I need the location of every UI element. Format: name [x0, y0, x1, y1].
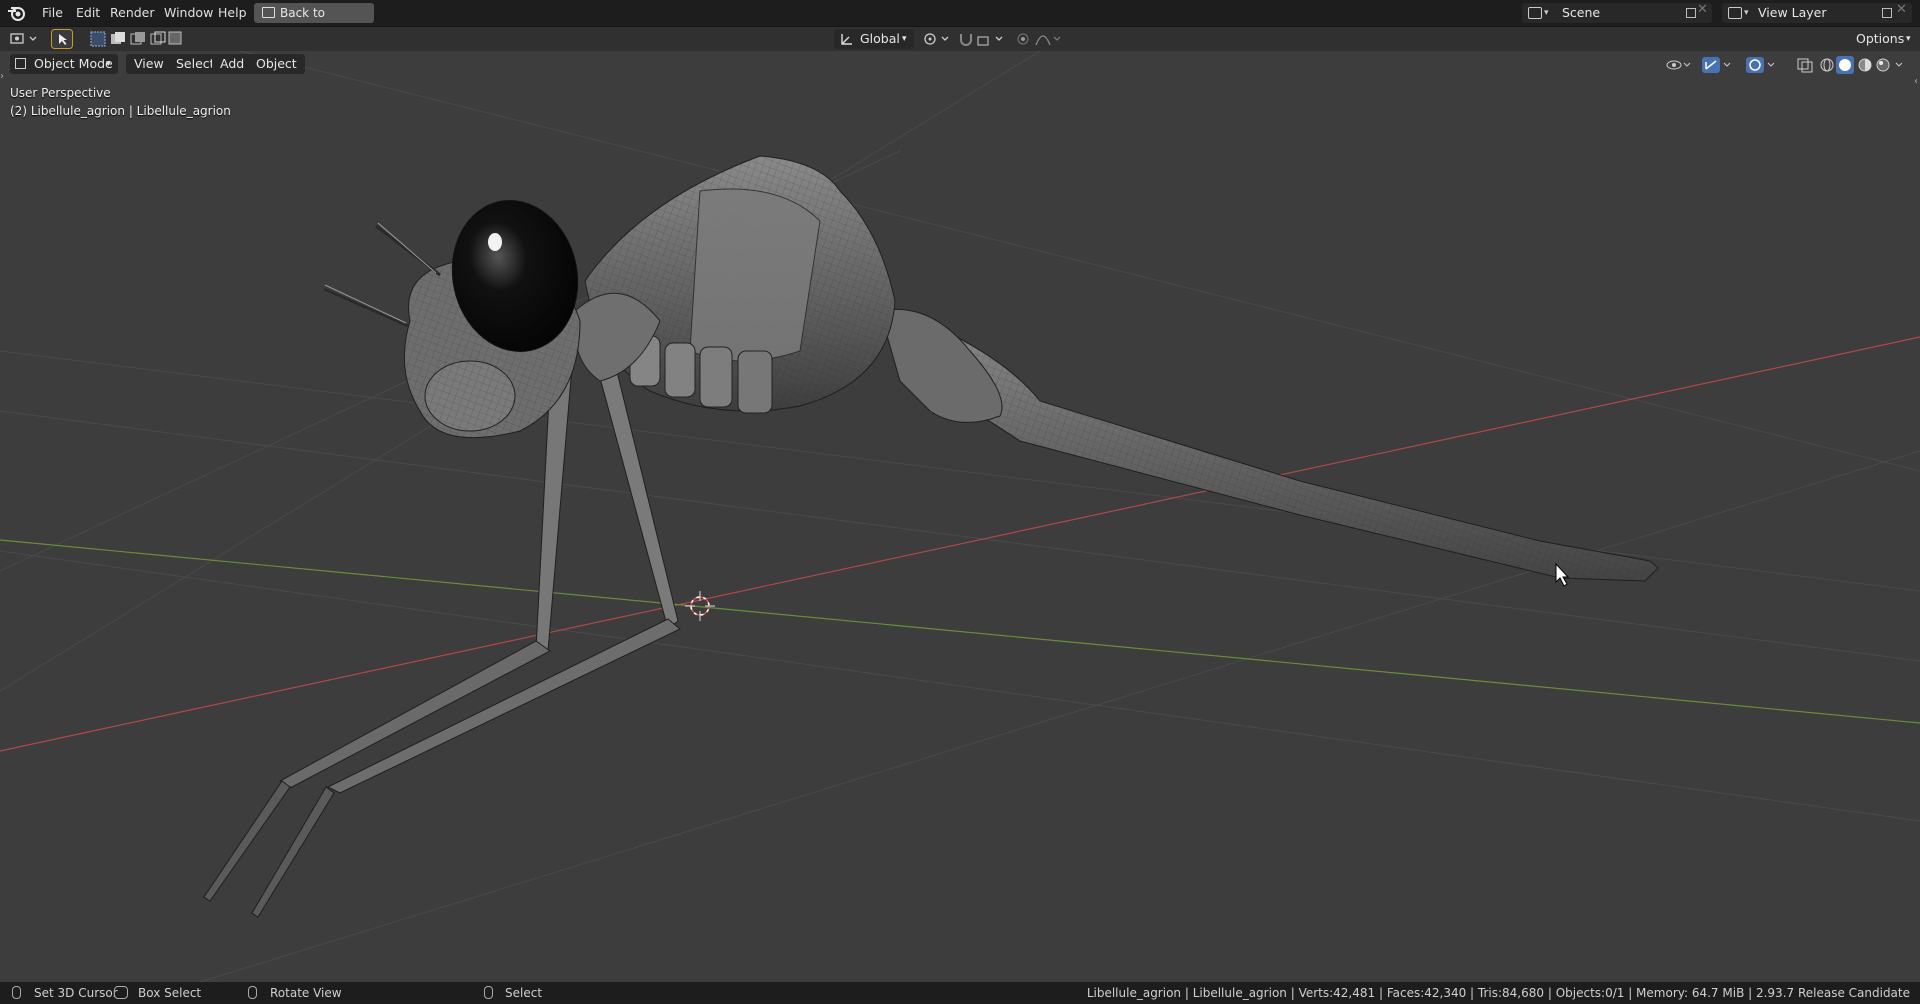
- viewport-menu-add[interactable]: Add: [212, 54, 253, 74]
- back-to-previous-button[interactable]: Back to Previous: [254, 3, 374, 40]
- editor-type-icon[interactable]: [10, 31, 40, 47]
- gizmo-icon: [1702, 57, 1731, 73]
- viewport-display-icons[interactable]: [1664, 56, 1918, 74]
- snap-icon[interactable]: [958, 31, 1008, 47]
- object-mode-label: Object Mode: [34, 56, 113, 71]
- select-tool-icon[interactable]: [51, 29, 73, 49]
- sidebar-toggle-icon[interactable]: ‹: [1914, 76, 1918, 87]
- status-select: Select: [505, 986, 543, 1000]
- xray-icon: [1797, 58, 1813, 73]
- dragonfly-thorax: [573, 155, 896, 414]
- orientation-icon: [841, 34, 852, 45]
- viewport-menu-object[interactable]: Object: [248, 54, 305, 74]
- mouse-middle-icon: [248, 986, 257, 999]
- object-mode-icon: [15, 58, 26, 69]
- visibility-icon: [1666, 60, 1691, 70]
- mouse-left-icon: [12, 986, 21, 999]
- status-box-select: Box Select: [138, 986, 202, 1000]
- overlays-icon: [1746, 57, 1775, 73]
- scene-name[interactable]: Scene: [1562, 3, 1600, 23]
- menu-help[interactable]: Help: [212, 0, 253, 26]
- 3d-cursor: [685, 591, 715, 621]
- object-mode-dropdown[interactable]: Object Mode ▾: [10, 54, 118, 74]
- menu-render[interactable]: Render: [104, 0, 161, 26]
- status-rotate-view: Rotate View: [270, 986, 342, 1000]
- view-layer-selector[interactable]: ▾ View Layer: [1722, 3, 1912, 23]
- options-label: Options: [1856, 31, 1905, 46]
- dragonfly-head: [323, 200, 581, 439]
- screen-icon: [262, 7, 275, 18]
- new-view-layer-icon[interactable]: [1880, 6, 1894, 20]
- options-dropdown[interactable]: Options ▾: [1852, 29, 1916, 49]
- menu-edit[interactable]: Edit: [70, 0, 106, 26]
- toolbar-toggle-icon[interactable]: ›: [0, 71, 4, 82]
- orientation-label: Global: [860, 31, 900, 46]
- menu-window[interactable]: Window: [158, 0, 219, 26]
- close-view-layer-icon[interactable]: ✕: [1896, 2, 1907, 18]
- pivot-point-icon[interactable]: [922, 31, 952, 47]
- scene-statistics: Libellule_agrion | Libellule_agrion | Ve…: [1086, 986, 1910, 1000]
- chevron-down-icon: ▾: [1744, 8, 1749, 18]
- chevron-down-icon: ▾: [902, 34, 907, 44]
- view-layer-icon: [1728, 7, 1742, 19]
- close-scene-icon[interactable]: ✕: [1697, 2, 1708, 18]
- solid-shading-icon: [1836, 56, 1854, 74]
- wireframe-shading-icon: [1820, 58, 1834, 72]
- viewport-scene: [0, 51, 1920, 982]
- 3d-viewport[interactable]: Object Mode ▾ View Select Add Object ‹ ›…: [0, 51, 1920, 982]
- dragonfly-abdomen: [879, 308, 1659, 582]
- view-layer-name[interactable]: View Layer: [1758, 3, 1827, 23]
- chevron-down-icon: ▾: [1906, 34, 1911, 44]
- status-set-3d-cursor: Set 3D Cursor: [34, 986, 118, 1000]
- mouse-right-icon: [484, 986, 493, 999]
- material-shading-icon: [1858, 58, 1872, 72]
- rendered-shading-icon: [1876, 58, 1890, 72]
- chevron-down-icon: ▾: [1544, 8, 1549, 18]
- blender-logo-icon[interactable]: [6, 3, 28, 23]
- view-perspective-label: User Perspective: [10, 86, 111, 100]
- menu-file[interactable]: File: [36, 0, 69, 26]
- transform-orientation-dropdown[interactable]: Global ▾: [834, 29, 914, 49]
- scene-selector[interactable]: ▾ Scene: [1522, 3, 1712, 23]
- chevron-down-icon: ▾: [106, 59, 111, 69]
- mouse-left-drag-icon: [114, 986, 128, 999]
- new-scene-icon[interactable]: [1684, 6, 1698, 20]
- proportional-editing-icon[interactable]: [1016, 31, 1062, 47]
- active-object-label: (2) Libellule_agrion | Libellule_agrion: [10, 104, 231, 118]
- viewport-menu-view[interactable]: View: [126, 54, 172, 74]
- selection-mode-icons[interactable]: [90, 31, 182, 47]
- tool-header: Global ▾ Options ▾: [0, 27, 1920, 51]
- scene-icon: [1528, 7, 1542, 19]
- top-bar: File Edit Render Window Help Back to Pre…: [0, 0, 1920, 40]
- status-bar: Set 3D Cursor Box Select Rotate View Sel…: [0, 982, 1920, 1004]
- grid-lines: [0, 51, 1920, 982]
